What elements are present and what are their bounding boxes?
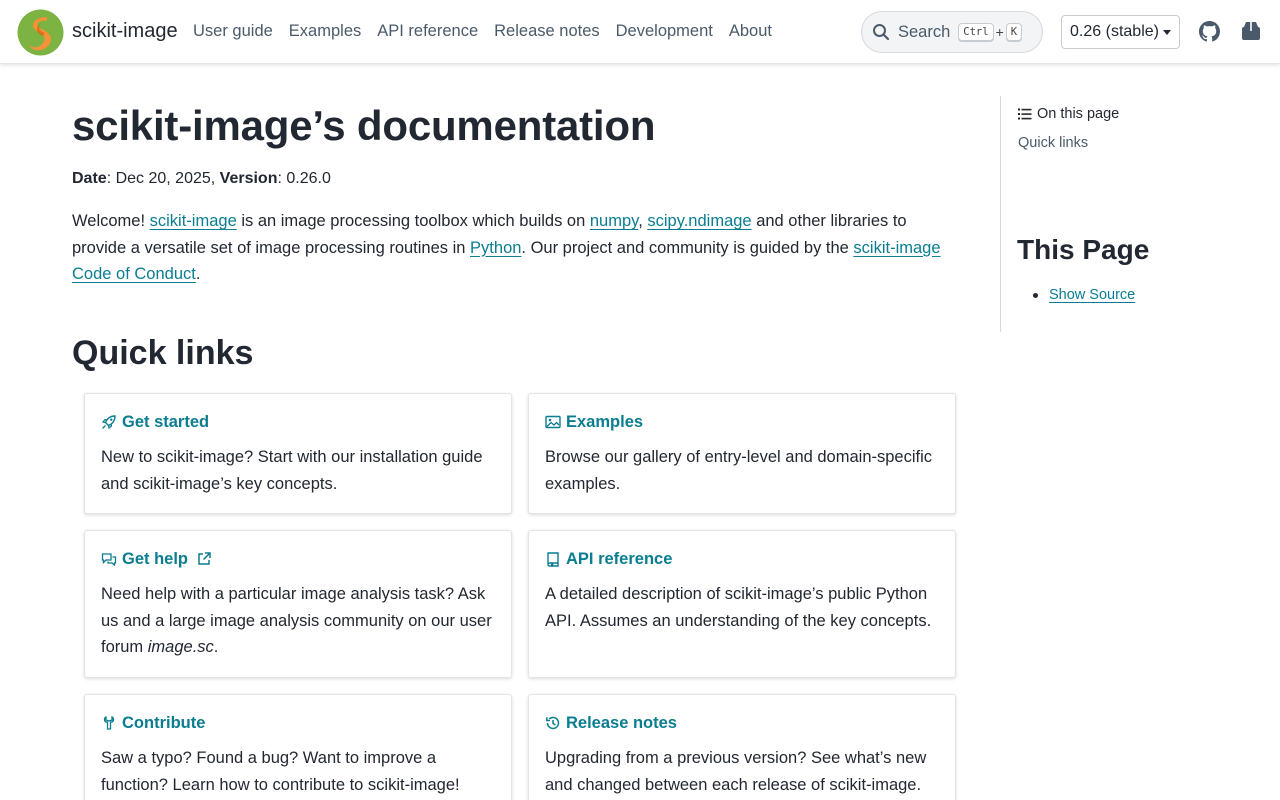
external-link-icon [198, 552, 211, 565]
card-title-text: API reference [566, 549, 673, 568]
main-nav: User guide Examples API reference Releas… [193, 22, 772, 41]
card-get-started[interactable]: Get started New to scikit-image? Start w… [84, 393, 512, 514]
bullet [1033, 292, 1038, 298]
toc-item-quick-links[interactable]: Quick links [1018, 135, 1088, 151]
intro-text-5: . Our project and community is guided by… [521, 238, 854, 257]
search-icon [873, 24, 890, 41]
kbd-ctrl: Ctrl [958, 23, 994, 41]
card-release-notes[interactable]: Release notes Upgrading from a previous … [528, 694, 956, 800]
card-title-contribute[interactable]: Contribute [101, 713, 495, 733]
date-label: Date [72, 170, 107, 187]
main-content: scikit-image’s documentation Date: Dec 2… [72, 96, 956, 373]
card-body: Upgrading from a previous version? See w… [545, 749, 927, 794]
card-api-reference[interactable]: API reference A detailed description of … [528, 530, 956, 678]
chevron-down-icon [1162, 29, 1171, 35]
version-label: 0.26 (stable) [1070, 23, 1159, 40]
list-icon [1018, 108, 1032, 120]
intro-paragraph: Welcome! scikit-image is an image proces… [72, 208, 956, 288]
chat-icon [101, 553, 117, 567]
image-sc-text: image.sc [147, 638, 214, 656]
link-python[interactable]: Python [470, 239, 521, 257]
card-title-get-help[interactable]: Get help [101, 549, 495, 569]
page-title: scikit-image’s documentation [72, 102, 656, 149]
intro-text-6: . [195, 265, 201, 283]
card-title-text: Get help [122, 549, 189, 568]
brand-title[interactable]: scikit-image [72, 20, 178, 43]
card-title-text: Get started [122, 412, 210, 431]
version-value: : 0.26.0 [277, 170, 331, 187]
date-value: : Dec 20, 2025, [106, 170, 220, 187]
github-icon[interactable] [1199, 21, 1220, 42]
this-page-heading: This Page [1017, 234, 1150, 265]
cube-icon[interactable] [1241, 21, 1261, 41]
link-numpy[interactable]: numpy [590, 212, 638, 230]
scikit-image-logo[interactable] [17, 9, 64, 56]
card-title-examples[interactable]: Examples [545, 412, 939, 432]
link-scipy-ndimage[interactable]: scipy.ndimage [647, 212, 751, 230]
on-this-page-header: On this page [1018, 106, 1119, 122]
card-body: A detailed description of scikit-image’s… [545, 585, 932, 630]
show-source-item: Show Source [1033, 287, 1135, 303]
intro-text-3: , [638, 212, 648, 230]
book-icon [547, 552, 559, 567]
top-navbar: scikit-image User guide Examples API ref… [0, 0, 1280, 64]
card-body: Browse our gallery of entry-level and do… [545, 448, 933, 493]
card-contribute[interactable]: Contribute Saw a typo? Found a bug? Want… [84, 694, 512, 800]
card-body: Need help with a particular image analys… [101, 581, 495, 661]
card-body: New to scikit-image? Start with our inst… [101, 448, 483, 493]
nav-api-reference[interactable]: API reference [377, 22, 478, 41]
intro-text-2: is an image processing toolbox which bui… [236, 212, 590, 230]
rocket-icon [101, 415, 116, 430]
card-title-text: Contribute [122, 713, 206, 732]
kbd-plus: + [995, 24, 1004, 40]
nav-release-notes[interactable]: Release notes [494, 22, 600, 41]
card-get-help[interactable]: Get help Need help with a particular ima… [84, 530, 512, 678]
nav-about[interactable]: About [729, 22, 772, 41]
card-title-get-started[interactable]: Get started [101, 412, 495, 432]
search-button[interactable]: Search Ctrl + K [861, 11, 1043, 53]
search-label: Search [898, 22, 951, 41]
quick-links-heading: Quick links [72, 333, 254, 372]
on-this-page-label: On this page [1037, 106, 1120, 122]
intro-text-1: Welcome! [72, 212, 150, 230]
card-body-end: . [213, 638, 219, 656]
history-icon [546, 716, 560, 730]
kbd-k: K [1005, 23, 1023, 41]
card-body: Saw a typo? Found a bug? Want to improve… [101, 749, 460, 794]
show-source-link[interactable]: Show Source [1049, 287, 1135, 303]
link-scikit-image[interactable]: scikit-image [150, 212, 237, 230]
nav-examples[interactable]: Examples [289, 22, 361, 41]
image-icon [545, 415, 561, 429]
version-label-text: Version [219, 170, 278, 187]
card-title-text: Release notes [566, 713, 677, 732]
card-title-release-notes[interactable]: Release notes [545, 713, 939, 733]
date-version-line: Date: Dec 20, 2025, Version: 0.26.0 [72, 170, 956, 188]
card-examples[interactable]: Examples Browse our gallery of entry-lev… [528, 393, 956, 514]
nav-development[interactable]: Development [616, 22, 713, 41]
wrench-icon [103, 715, 115, 730]
card-title-text: Examples [566, 412, 644, 431]
nav-user-guide[interactable]: User guide [193, 22, 273, 41]
card-title-api-reference[interactable]: API reference [545, 549, 939, 569]
version-switcher[interactable]: 0.26 (stable) [1061, 15, 1180, 49]
